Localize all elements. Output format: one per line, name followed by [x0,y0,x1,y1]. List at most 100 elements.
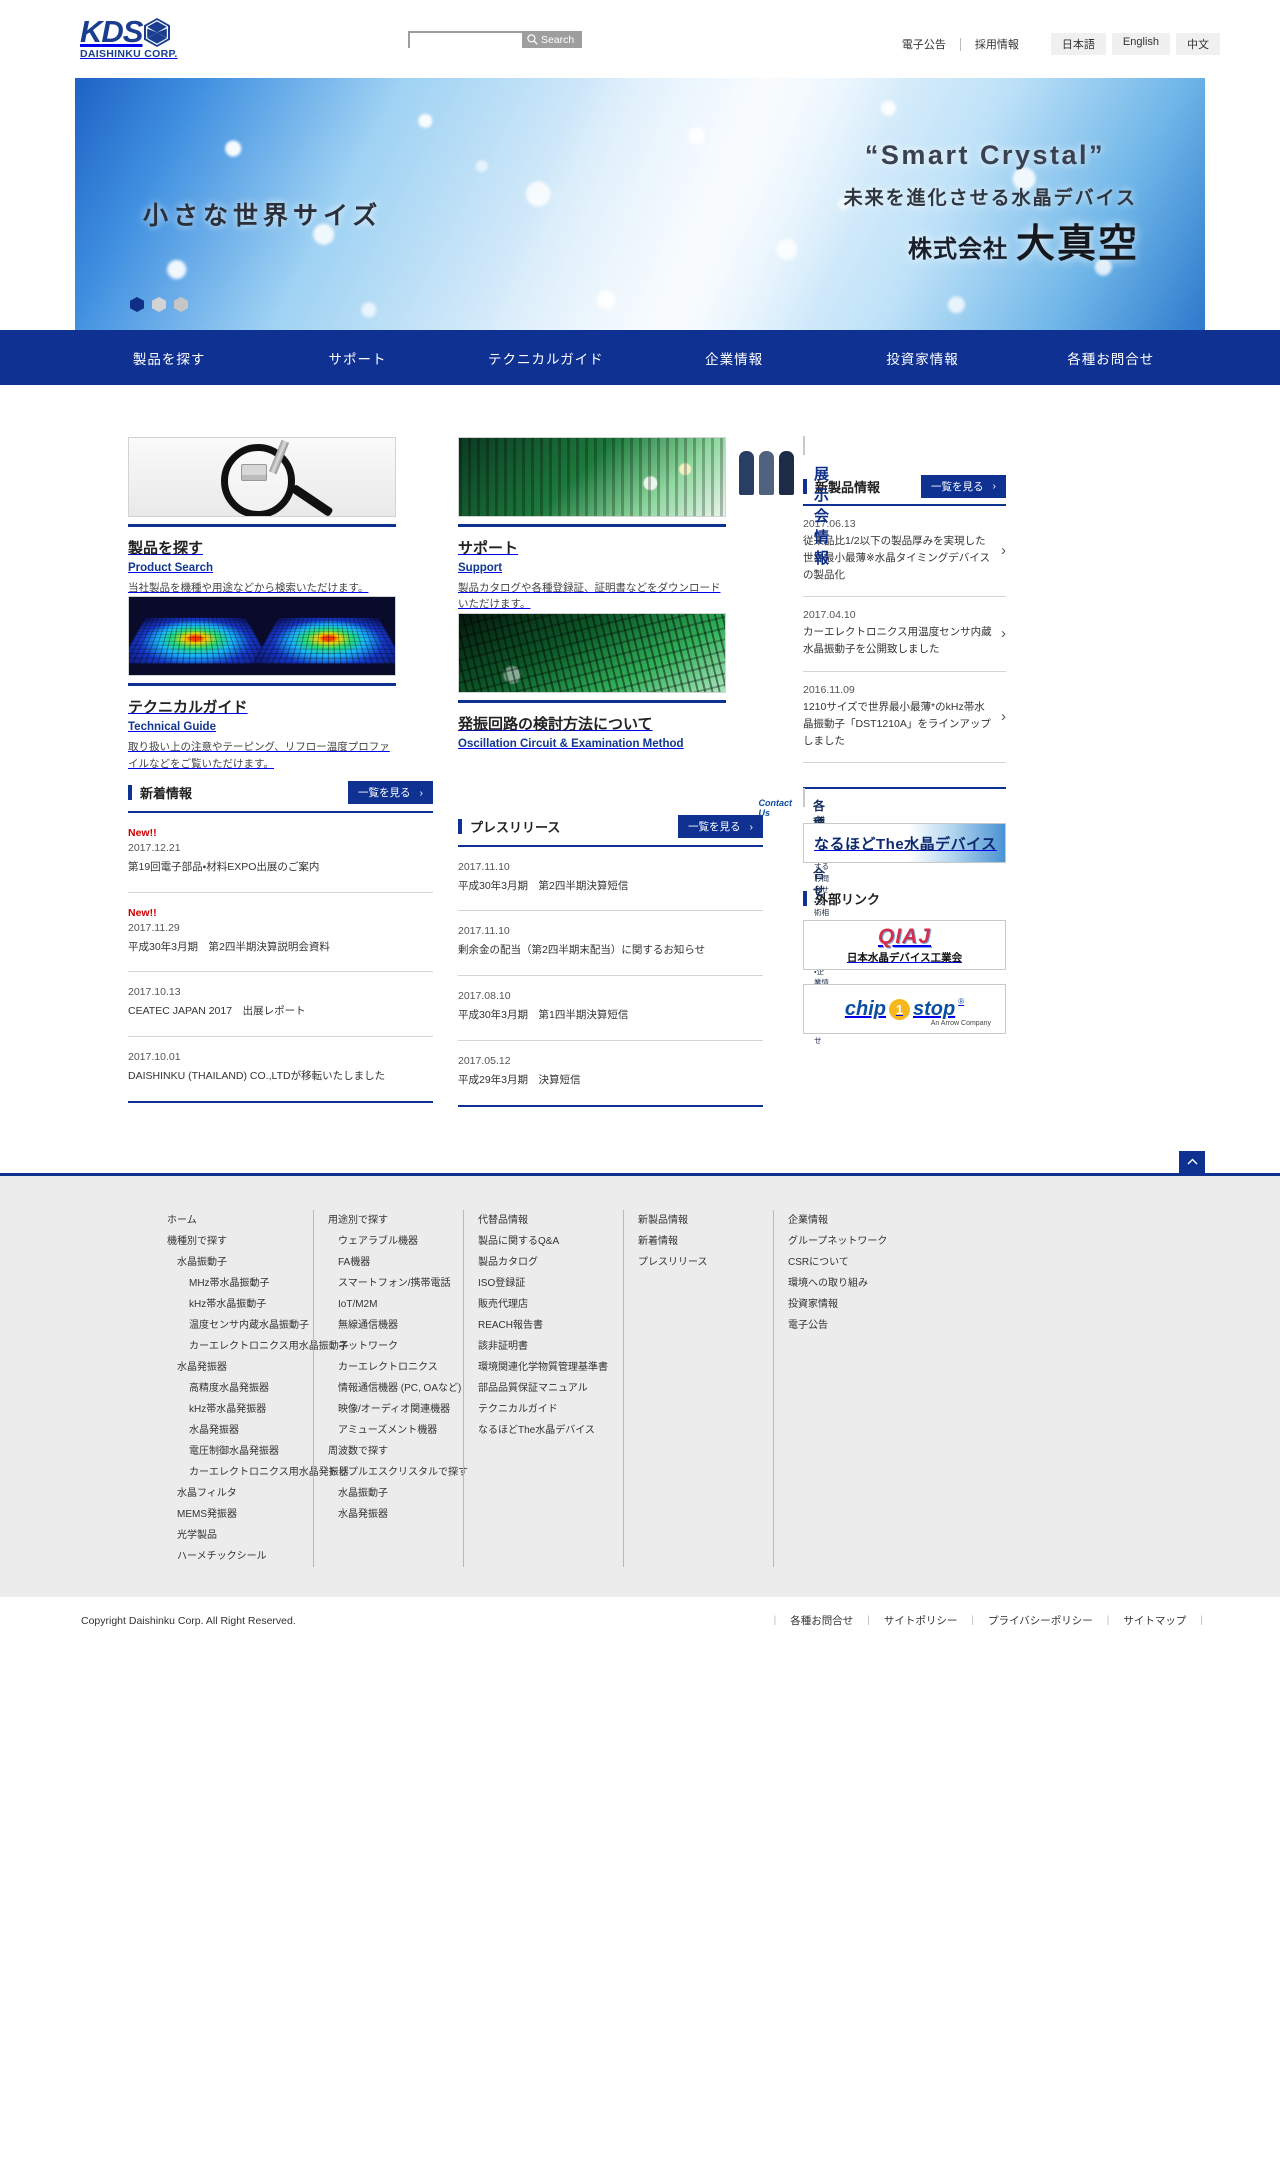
footer-link-resonator[interactable]: 水晶振動子 [167,1252,299,1273]
nav-item-investors[interactable]: 投資家情報 [828,348,1016,368]
footer-link-network[interactable]: ネットワーク [328,1336,449,1357]
site-logo[interactable]: KDS DAISHINKU CORP. [80,14,230,60]
footer-link-investors[interactable]: 投資家情報 [788,1294,919,1315]
footer-link-oscillator[interactable]: 水晶発振器 [167,1357,299,1378]
footer-link-triple-s-oscillator[interactable]: 水晶発振器 [328,1504,449,1525]
footer-link-vcxo[interactable]: 電圧制御水晶発振器 [167,1441,299,1462]
lang-japanese[interactable]: 日本語 [1050,33,1106,55]
footer-link-new-products[interactable]: 新製品情報 [638,1210,759,1231]
footer-link-reach[interactable]: REACH報告書 [478,1315,609,1336]
carousel-dot-2[interactable] [152,297,166,312]
footer-link-certificate[interactable]: 該非証明書 [478,1336,609,1357]
footer-link-fa[interactable]: FA機器 [328,1252,449,1273]
footer-link-company[interactable]: 企業情報 [788,1210,919,1231]
hero-banner[interactable]: 小さな世界サイズ “Smart Crystal” 未来を進化させる水晶デバイス … [75,78,1205,330]
carousel-dot-3[interactable] [174,297,188,312]
naruhodo-banner[interactable]: なるほどThe水晶デバイス [803,823,1006,864]
back-to-top-button[interactable] [1179,1150,1205,1173]
footer-link-alternative[interactable]: 代替品情報 [478,1210,609,1231]
footer-link-hermetic-seal[interactable]: ハーメチックシール [167,1546,299,1567]
footer-bar-link-sitemap[interactable]: サイトマップ [1111,1613,1198,1628]
footer-link-smartphone[interactable]: スマートフォン/携帯電話 [328,1273,450,1294]
search-button[interactable]: Search [522,31,583,48]
carousel-dot-1[interactable] [130,297,144,312]
list-item[interactable]: New!! 2017.12.21 第19回電子部品・材料EXPO出展のご案内 [128,813,433,893]
footer-link-optical[interactable]: 光学製品 [167,1525,299,1546]
footer-link-high-precision-oscillator[interactable]: 高精度水晶発振器 [167,1378,299,1399]
footer-link-car-resonator[interactable]: カーエレクトロニクス用水晶振動子 [167,1336,349,1357]
footer-link-car-oscillator[interactable]: カーエレクトロニクス用水晶発振器 [167,1462,349,1483]
footer-bar-link-contact[interactable]: 各種お問合せ [778,1613,865,1628]
nav-item-company[interactable]: 企業情報 [640,348,828,368]
footer-link-env-chemical[interactable]: 環境関連化学物質管理基準書 [478,1357,609,1378]
footer-link-iso[interactable]: ISO登録証 [478,1273,609,1294]
list-item[interactable]: 2017.08.10 平成30年3月期 第1四半期決算短信 [458,976,763,1041]
list-item[interactable]: 2017.04.10 カーエレクトロニクス用温度センサ内蔵水晶振動子を公開致しま… [803,597,1006,672]
footer-link-quality-manual[interactable]: 部品品質保証マニュアル [478,1378,609,1399]
chipstop-link-banner[interactable]: chip 1 stop ® An Arrow Company [803,984,1006,1035]
footer-link-iot[interactable]: IoT/M2M [328,1294,449,1315]
search-icon [527,34,538,45]
footer-link-wireless[interactable]: 無線通信機器 [328,1315,449,1336]
footer-link-khz-resonator[interactable]: kHz帯水晶振動子 [167,1294,299,1315]
footer-link-car-electronics[interactable]: カーエレクトロニクス [328,1357,449,1378]
footer-bar-link-site-policy[interactable]: サイトポリシー [872,1613,970,1628]
footer-link-wearable[interactable]: ウェアラブル機器 [328,1231,449,1252]
footer-link-technical-guide[interactable]: テクニカルガイド [478,1399,609,1420]
qiaj-link-banner[interactable]: QIAJ 日本水晶デバイス工業会 [803,920,1006,971]
press-release-more-button[interactable]: 一覧を見る › [678,815,763,839]
card-product-search[interactable]: 製品を探す Product Search 当社製品を機種や用途などから検索いただ… [128,437,433,596]
list-item[interactable]: 2017.05.12 平成29年3月期 決算短信 [458,1041,763,1105]
card-support[interactable]: サポート Support 製品カタログや各種登録証、証明書などをダウンロードいた… [458,437,763,613]
footer-link-qa[interactable]: 製品に関するQ&A [478,1231,609,1252]
search-input[interactable] [410,33,522,50]
more-label: 一覧を見る [358,787,411,800]
lang-english[interactable]: English [1111,33,1170,55]
footer-link-catalog[interactable]: 製品カタログ [478,1252,609,1273]
lang-chinese[interactable]: 中文 [1176,33,1220,55]
footer-link-denshi-koukoku[interactable]: 電子公告 [788,1315,919,1336]
list-item[interactable]: 2017.11.10 平成30年3月期 第2四半期決算短信 [458,847,763,912]
list-item[interactable]: 2016.11.09 1210サイズで世界最小最薄*のkHz帯水晶振動子「DST… [803,672,1006,764]
list-item[interactable]: 2017.11.10 剰余金の配当（第2四半期末配当）に関するお知らせ [458,911,763,977]
footer-link-home[interactable]: ホーム [167,1210,299,1231]
card-technical-guide[interactable]: テクニカルガイド Technical Guide 取り扱い上の注意やテーピング、… [128,596,433,772]
footer-link-distributors[interactable]: 販売代理店 [478,1294,609,1315]
footer-link-khz-oscillator[interactable]: kHz帯水晶発振器 [167,1399,299,1420]
footer-link-csr[interactable]: CSRについて [788,1252,919,1273]
footer-link-triple-s-resonator[interactable]: 水晶振動子 [328,1483,449,1504]
card-oscillation-circuit[interactable]: 発振回路の検討方法について Oscillation Circuit & Exam… [458,612,763,750]
header-link-recruit[interactable]: 採用情報 [961,36,1033,52]
footer-link-environment[interactable]: 環境への取り組み [788,1273,919,1294]
header-link-denshi[interactable]: 電子公告 [888,36,960,52]
nav-item-contact[interactable]: 各種お問合せ [1017,348,1205,368]
list-item[interactable]: 2017.10.13 CEATEC JAPAN 2017 出展レポート [128,972,433,1038]
list-item[interactable]: 2017.10.01 DAISHINKU (THAILAND) CO.,LTDが… [128,1037,433,1101]
nav-item-technical-guide[interactable]: テクニカルガイド [452,348,640,368]
footer-link-by-model[interactable]: 機種別で探す [167,1231,299,1252]
footer-link-info-comm[interactable]: 情報通信機器 (PC, OAなど) [328,1378,461,1399]
footer-link-by-application[interactable]: 用途別で探す [328,1210,449,1231]
list-item[interactable]: New!! 2017.11.29 平成30年3月期 第2四半期決算説明会資料 [128,893,433,973]
footer-link-crystal-filter[interactable]: 水晶フィルタ [167,1483,299,1504]
nav-item-support[interactable]: サポート [263,348,451,368]
footer-bar-link-privacy[interactable]: プライバシーポリシー [976,1613,1105,1628]
exhibition-banner[interactable]: 展 示 会 情 報 [739,436,829,567]
nav-item-product-search[interactable]: 製品を探す [75,348,263,368]
footer-link-whats-new[interactable]: 新着情報 [638,1231,759,1252]
contact-banner[interactable]: 各種お問合せ Contact Us 製品と納入に関するお問合せ 技術相談 資料請… [751,758,829,1045]
footer-link-crystal-oscillator[interactable]: 水晶発振器 [167,1420,299,1441]
footer-link-mhz-resonator[interactable]: MHz帯水晶振動子 [167,1273,299,1294]
footer-link-group-network[interactable]: グループネットワーク [788,1231,919,1252]
footer-link-naruhodo[interactable]: なるほどThe水晶デバイス [478,1420,609,1441]
footer-link-temp-sensor-resonator[interactable]: 温度センサ内蔵水晶振動子 [167,1315,309,1336]
footer-link-triple-s[interactable]: トリプルエスクリスタルで探す [328,1462,468,1483]
footer-link-mems-oscillator[interactable]: MEMS発振器 [167,1504,299,1525]
footer-link-press-release[interactable]: プレスリリース [638,1252,759,1273]
new-products-more-button[interactable]: 一覧を見る › [921,474,1006,498]
footer-link-av[interactable]: 映像/オーディオ関連機器 [328,1399,450,1420]
list-item[interactable]: 2017.06.13 従来品比1/2以下の製品厚みを実現した世界最小最薄※水晶タ… [803,506,1006,598]
footer-link-amusement[interactable]: アミューズメント機器 [328,1420,449,1441]
footer-link-by-frequency[interactable]: 周波数で探す [328,1441,449,1462]
whats-new-more-button[interactable]: 一覧を見る › [348,781,433,805]
